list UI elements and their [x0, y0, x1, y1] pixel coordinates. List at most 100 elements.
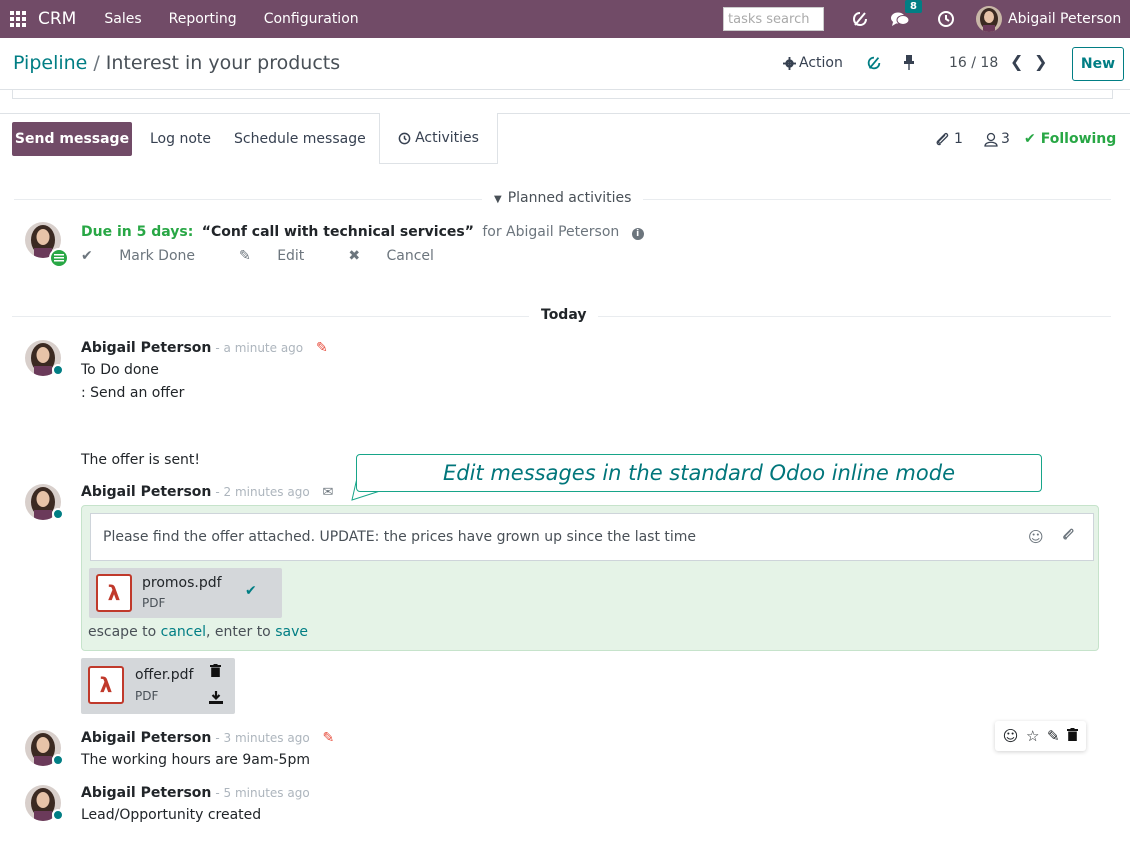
attachment-name: offer.pdf: [135, 667, 194, 683]
form-sheet-edge: [12, 90, 1113, 99]
control-panel: Pipeline / Interest in your products Actio…: [0, 38, 1130, 90]
following-button[interactable]: ✔ Following: [1024, 131, 1116, 147]
tasks-search-input[interactable]: [723, 7, 824, 31]
planned-activities-toggle[interactable]: ▼ Planned activities: [482, 190, 644, 206]
messages-count-badge: 8: [905, 0, 922, 13]
chatter-topbar: Send message Log note Schedule message A…: [0, 113, 1130, 164]
apps-menu-icon[interactable]: [8, 9, 28, 29]
hint-enter: , enter to: [206, 624, 276, 640]
schedule-message-button[interactable]: Schedule message: [234, 131, 366, 147]
message-line: : Send an offer: [81, 385, 185, 401]
trash-icon[interactable]: [210, 664, 221, 681]
menu-reporting[interactable]: Reporting: [169, 11, 237, 27]
user-avatar[interactable]: [976, 6, 1002, 32]
online-status-dot: [52, 364, 64, 376]
action-label: Action: [799, 55, 843, 71]
top-navbar: CRM Sales Reporting Configuration 8 Abig…: [0, 0, 1130, 38]
pager-value[interactable]: 16 / 18: [949, 55, 998, 71]
activities-tab[interactable]: Activities: [379, 113, 498, 164]
save-edit-link[interactable]: save: [275, 624, 308, 640]
check-icon: ✔: [1024, 131, 1036, 147]
online-status-dot: [52, 508, 64, 520]
pin-icon[interactable]: [903, 55, 915, 75]
author-name[interactable]: Abigail Peterson: [81, 340, 211, 356]
message-line: To Do done: [81, 362, 159, 378]
activity-type-icon: [49, 248, 69, 268]
emoji-icon[interactable]: ☺: [1003, 727, 1019, 745]
breadcrumb-pipeline[interactable]: Pipeline: [13, 52, 87, 74]
attachment-type: PDF: [135, 689, 159, 703]
author-name[interactable]: Abigail Peterson: [81, 484, 211, 500]
attachment-type: PDF: [142, 596, 166, 610]
check-icon: ✔: [81, 248, 93, 264]
new-button[interactable]: New: [1072, 47, 1124, 81]
activity-summary: Due in 5 days: “Conf call with technical…: [81, 224, 644, 240]
trash-icon[interactable]: [1067, 727, 1079, 745]
hint-escape: escape to: [88, 624, 161, 640]
user-icon: [984, 132, 998, 147]
envelope-icon: ✉: [322, 485, 334, 500]
attachments-count: 1: [954, 131, 963, 147]
menu-sales[interactable]: Sales: [104, 11, 141, 27]
activities-label: Activities: [415, 130, 479, 146]
paperclip-icon[interactable]: [1061, 527, 1075, 545]
cancel-edit-link[interactable]: cancel: [161, 624, 206, 640]
cancel-activity-button[interactable]: ✖ Cancel: [348, 248, 456, 264]
pencil-icon[interactable]: ✎: [1047, 727, 1060, 745]
activity-actions: ✔ Mark Done ✎ Edit ✖ Cancel: [81, 248, 478, 264]
activity-title: “Conf call with technical services”: [201, 224, 474, 240]
clock-icon[interactable]: [936, 9, 956, 29]
mark-done-label: Mark Done: [119, 248, 195, 264]
edit-note-icon: ✎: [322, 730, 335, 746]
cancel-label: Cancel: [386, 248, 434, 264]
pager-next-icon[interactable]: ❯: [1034, 52, 1047, 71]
author-name[interactable]: Abigail Peterson: [81, 730, 211, 746]
message-line: The working hours are 9am-5pm: [81, 752, 310, 768]
message-author: Abigail Peterson - 2 minutes ago ✉: [81, 484, 333, 500]
breadcrumb: Pipeline / Interest in your products: [13, 52, 340, 74]
send-message-button[interactable]: Send message: [12, 122, 132, 156]
record-refresh-icon[interactable]: [866, 55, 882, 75]
mark-done-button[interactable]: ✔ Mark Done: [81, 248, 217, 264]
menu-configuration[interactable]: Configuration: [264, 11, 359, 27]
caret-down-icon: ▼: [494, 194, 502, 205]
emoji-icon[interactable]: ☺: [1028, 528, 1044, 546]
author-name[interactable]: Abigail Peterson: [81, 785, 211, 801]
attachment-card[interactable]: λ offer.pdf PDF: [81, 658, 235, 714]
breadcrumb-current: Interest in your products: [105, 52, 341, 74]
clock-icon: [398, 132, 411, 144]
pager-previous-icon[interactable]: ❮: [1010, 52, 1023, 71]
edit-activity-button[interactable]: ✎ Edit: [239, 248, 326, 264]
info-icon[interactable]: i: [631, 228, 644, 240]
download-icon[interactable]: [209, 691, 223, 708]
message-author: Abigail Peterson - 3 minutes ago ✎: [81, 730, 334, 746]
edit-hint: escape to cancel, enter to save: [88, 624, 308, 640]
attachment-card[interactable]: λ promos.pdf PDF ✔: [89, 568, 282, 618]
activity-due: Due in 5 days:: [81, 224, 194, 240]
attachments-button[interactable]: 1: [934, 131, 963, 147]
breadcrumb-separator: /: [93, 52, 100, 74]
log-note-button[interactable]: Log note: [150, 131, 211, 147]
today-label: Today: [529, 307, 599, 323]
action-button[interactable]: Action: [783, 55, 843, 71]
paperclip-icon: [936, 132, 949, 146]
edit-message-input[interactable]: Please find the offer attached. UPDATE: …: [90, 513, 1094, 561]
edit-label: Edit: [277, 248, 305, 264]
followers-button[interactable]: 3: [984, 131, 1010, 147]
followers-count: 3: [1001, 131, 1010, 147]
online-status-dot: [52, 754, 64, 766]
edit-note-icon: ✎: [316, 340, 328, 356]
message-actions-toolbar: ☺ ☆ ✎: [995, 721, 1086, 751]
app-name[interactable]: CRM: [38, 9, 76, 29]
message-author: Abigail Peterson - 5 minutes ago: [81, 785, 310, 801]
pencil-icon: ✎: [239, 248, 251, 264]
message-date: - 3 minutes ago: [215, 731, 310, 745]
refresh-icon[interactable]: [850, 9, 870, 29]
planned-activities-label: Planned activities: [507, 190, 632, 206]
pdf-file-icon: λ: [96, 574, 132, 612]
message-date: - 5 minutes ago: [215, 786, 310, 800]
online-status-dot: [52, 809, 64, 821]
user-name[interactable]: Abigail Peterson: [1008, 11, 1121, 27]
messages-icon[interactable]: 8: [890, 0, 922, 29]
star-icon[interactable]: ☆: [1026, 727, 1039, 745]
